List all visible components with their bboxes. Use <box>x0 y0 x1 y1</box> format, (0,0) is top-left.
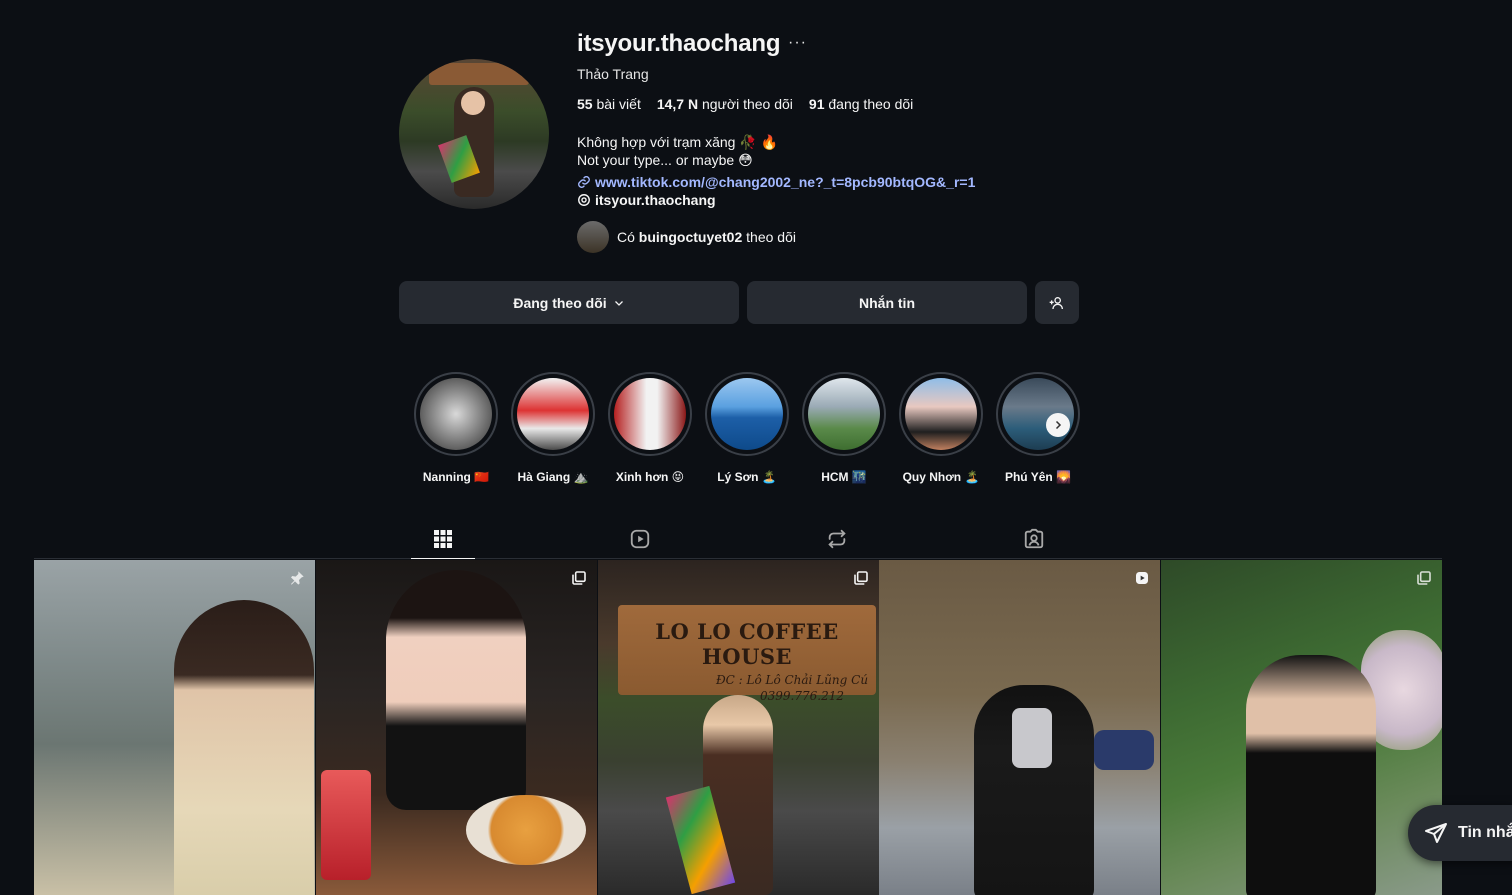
grid-icon <box>434 530 452 548</box>
highlight-ring <box>996 372 1080 456</box>
highlight-ring <box>511 372 595 456</box>
highlight-item[interactable]: Hà Giang ⛰️ <box>510 372 596 484</box>
add-user-icon <box>1049 296 1063 309</box>
highlight-cover <box>808 378 880 450</box>
highlight-item[interactable]: Nanning 🇨🇳 <box>413 372 499 484</box>
more-options-icon[interactable]: ··· <box>788 34 807 52</box>
highlight-label: Quy Nhơn 🏝️ <box>902 470 980 484</box>
post-tile[interactable] <box>879 560 1160 895</box>
followed-by-suffix: theo dõi <box>746 229 796 245</box>
bio-link[interactable]: www.tiktok.com/@chang2002_ne?_t=8pcb90bt… <box>577 174 975 190</box>
tab-tagged[interactable] <box>1002 520 1066 558</box>
chevron-right-icon <box>1055 420 1062 430</box>
pin-icon <box>291 571 304 585</box>
reposts-icon <box>828 529 846 549</box>
post-person <box>386 570 526 810</box>
followed-by-text: Có buingoctuyet02 theo dõi <box>617 229 796 245</box>
threads-icon <box>578 194 590 206</box>
tabs-divider <box>34 558 1442 559</box>
highlight-label: Hà Giang ⛰️ <box>517 470 589 484</box>
posts-label: bài viết <box>596 96 641 112</box>
post-motorbike <box>1094 730 1154 770</box>
reel-icon <box>1136 572 1148 584</box>
highlight-label: Lý Sơn 🏝️ <box>717 470 777 484</box>
highlight-item[interactable]: HCM 🌃 <box>801 372 887 484</box>
send-icon <box>1425 823 1447 843</box>
post-person <box>174 600 314 895</box>
highlight-ring <box>802 372 886 456</box>
following-button[interactable]: Đang theo dõi <box>399 281 739 324</box>
posts-count: 55 <box>577 96 593 112</box>
carousel-icon <box>572 571 586 585</box>
followed-by-user: buingoctuyet02 <box>638 229 743 245</box>
follower-avatar <box>577 221 609 253</box>
chevron-down-icon <box>614 300 623 306</box>
messages-label: Tin nhắ <box>1458 824 1512 841</box>
following-label: đang theo dõi <box>828 96 914 112</box>
post-tile[interactable] <box>1161 560 1442 895</box>
post-plate <box>466 795 586 865</box>
link-icon <box>578 176 590 188</box>
profile-stats: 55 bài viết 14,7 N người theo dõi 91 đan… <box>577 96 913 112</box>
message-button[interactable]: Nhắn tin <box>747 281 1027 324</box>
highlight-cover <box>517 378 589 450</box>
followed-by[interactable]: Có buingoctuyet02 theo dõi <box>577 221 796 253</box>
threads-handle: itsyour.thaochang <box>595 192 716 208</box>
bio-line-2: Not your type... or maybe 😳 <box>577 152 753 168</box>
coffee-sign-title: LO LO COFFEE HOUSE <box>655 619 839 669</box>
highlights-next-button[interactable] <box>1046 413 1070 437</box>
coffee-sign: LO LO COFFEE HOUSE ĐC : Lô Lô Chải Lũng … <box>618 605 876 703</box>
highlight-label: HCM 🌃 <box>821 470 867 484</box>
highlight-ring <box>608 372 692 456</box>
followers-count: 14,7 N <box>656 96 699 112</box>
profile-full-name: Thảo Trang <box>577 66 649 82</box>
highlight-cover <box>711 378 783 450</box>
following-button-label: Đang theo dõi <box>513 294 607 311</box>
threads-link[interactable]: itsyour.thaochang <box>577 192 716 208</box>
posts-stat: 55 bài viết <box>577 96 641 112</box>
post-person <box>1246 655 1376 895</box>
tab-posts[interactable] <box>411 520 475 559</box>
highlight-item[interactable]: Lý Sơn 🏝️ <box>704 372 790 484</box>
bio-line-1: Không hợp với trạm xăng 🥀 🔥 <box>577 134 779 150</box>
highlight-cover <box>420 378 492 450</box>
tagged-icon <box>1024 528 1044 549</box>
tab-reels[interactable] <box>608 520 672 558</box>
followers-stat[interactable]: 14,7 N người theo dõi <box>657 96 793 112</box>
highlight-label: Nanning 🇨🇳 <box>422 470 490 484</box>
profile-username[interactable]: itsyour.thaochang <box>577 30 780 58</box>
tab-reposts[interactable] <box>805 520 869 558</box>
followed-by-prefix: Có <box>617 229 635 245</box>
post-drink <box>321 770 371 880</box>
post-tile[interactable]: LO LO COFFEE HOUSE ĐC : Lô Lô Chải Lũng … <box>598 560 879 895</box>
reels-icon <box>630 529 650 549</box>
highlight-item[interactable]: Xinh hơn 😝 <box>607 372 693 484</box>
post-tile[interactable] <box>34 560 315 895</box>
highlight-cover <box>614 378 686 450</box>
highlight-cover <box>905 378 977 450</box>
avatar-face <box>461 91 485 115</box>
post-tile[interactable] <box>316 560 597 895</box>
following-stat[interactable]: 91 đang theo dõi <box>809 96 913 112</box>
highlight-ring <box>705 372 789 456</box>
carousel-icon <box>1417 571 1431 585</box>
highlight-label: Xinh hơn 😝 <box>615 470 685 484</box>
message-button-label: Nhắn tin <box>859 294 915 311</box>
highlight-ring <box>414 372 498 456</box>
bio-link-text: www.tiktok.com/@chang2002_ne?_t=8pcb90bt… <box>595 174 976 190</box>
highlight-label: Phú Yên 🌄 <box>1004 470 1072 484</box>
post-phone <box>1012 708 1052 768</box>
highlight-item[interactable]: Quy Nhơn 🏝️ <box>898 372 984 484</box>
carousel-icon <box>854 571 868 585</box>
highlight-ring <box>899 372 983 456</box>
messages-button[interactable]: Tin nhắ <box>1408 805 1512 861</box>
followers-label: người theo dõi <box>701 96 793 112</box>
profile-avatar[interactable] <box>399 59 549 209</box>
suggested-users-button[interactable] <box>1035 281 1079 324</box>
avatar-sign <box>429 63 529 85</box>
coffee-sign-address: ĐC : Lô Lô Chải Lũng Cú <box>715 673 869 687</box>
following-count: 91 <box>808 96 825 112</box>
